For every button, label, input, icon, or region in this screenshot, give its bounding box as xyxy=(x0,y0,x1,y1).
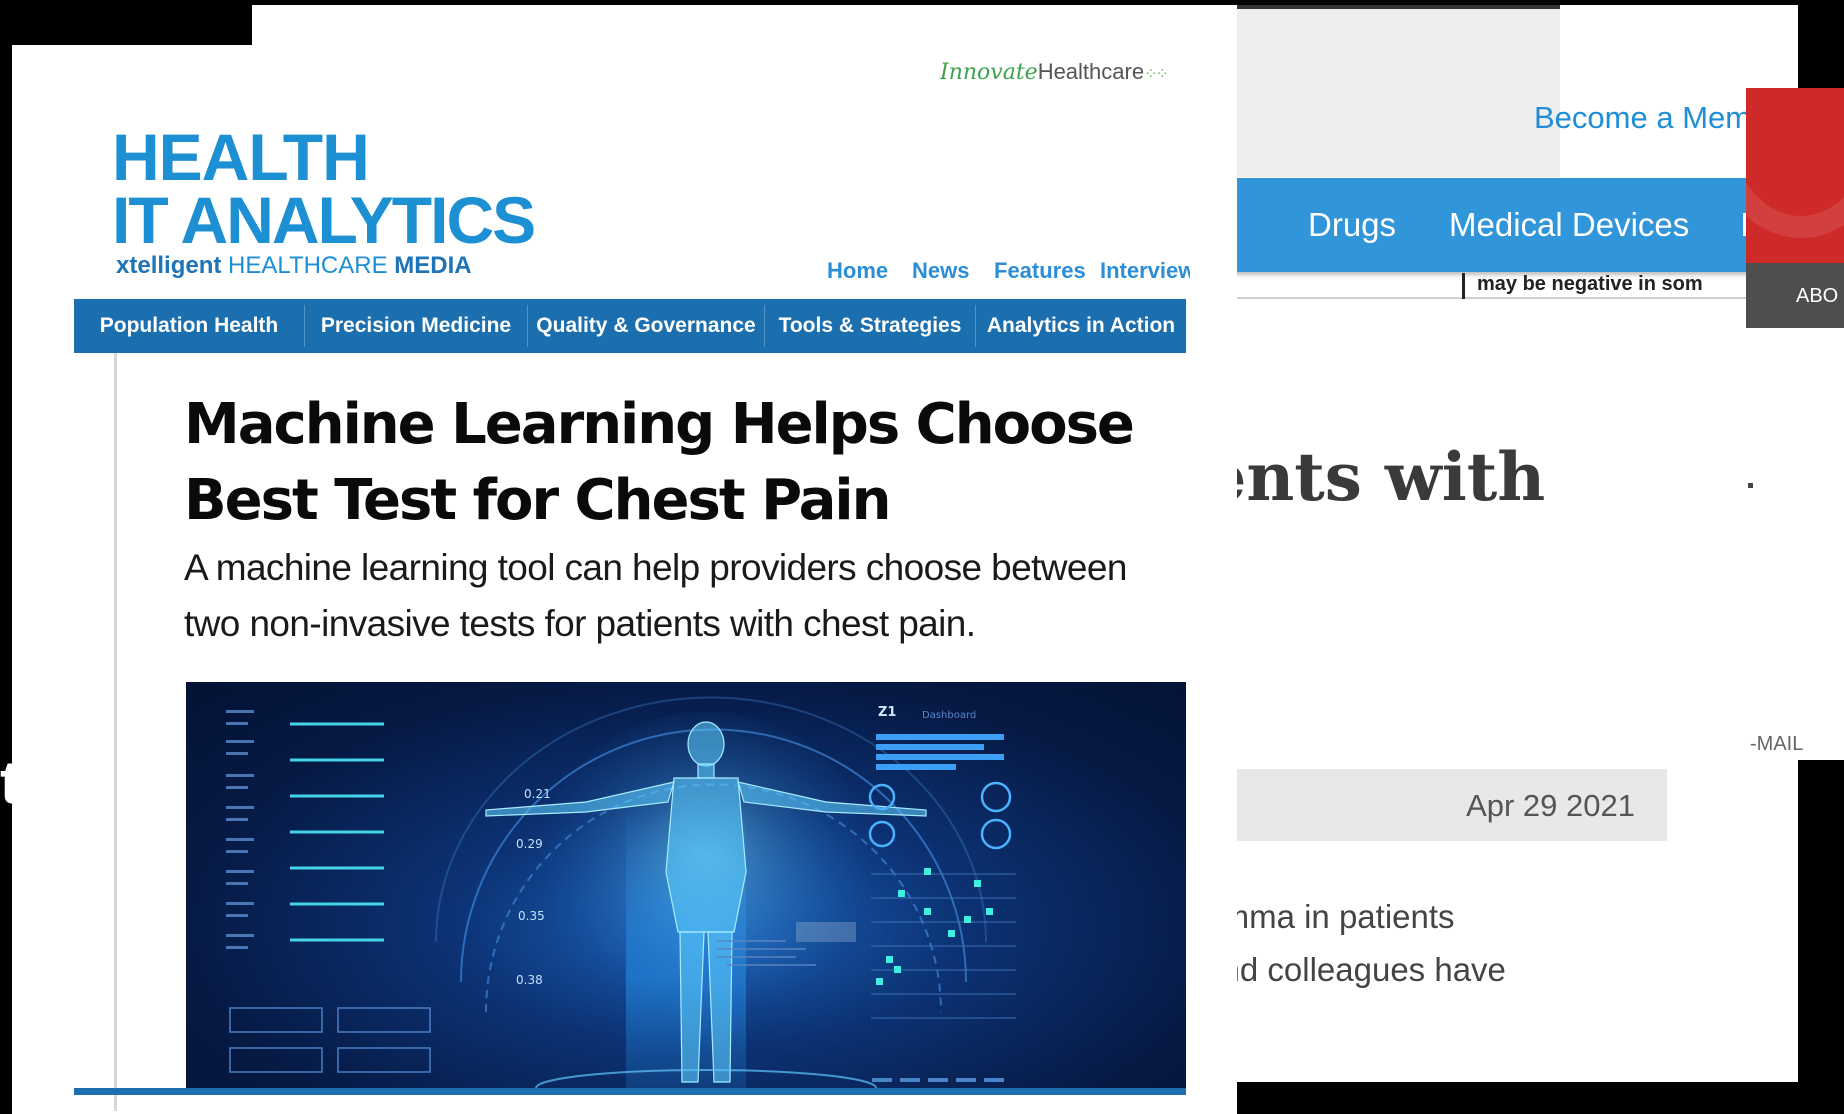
dashboard-code: Z1 xyxy=(878,705,896,720)
email-link[interactable]: -MAIL xyxy=(1750,733,1803,756)
hero-label-035: 0.35 xyxy=(518,909,545,923)
content-left-rule xyxy=(114,353,117,1111)
hero-label-038: 0.38 xyxy=(516,973,543,987)
ticker-snippet[interactable]: may be negative in som xyxy=(1462,273,1703,299)
innovate-healthcare-logo[interactable]: InnovateHealthcare⁘⁘ xyxy=(940,59,1169,85)
main-article-page: InnovateHealthcare⁘⁘ HEALTH IT ANALYTICS… xyxy=(12,45,1237,1114)
top-link-interviews[interactable]: Interviews xyxy=(1100,258,1190,284)
top-link-home[interactable]: Home xyxy=(827,258,888,284)
dashboard-dials xyxy=(868,781,1012,850)
bottom-left-boxes xyxy=(229,1007,431,1073)
far-right-page-strip: ABO -MAIL xyxy=(1746,88,1844,760)
logo-health-text: HEALTH xyxy=(112,120,370,194)
article-title: Machine Learning Helps Choose Best Test … xyxy=(184,392,1135,533)
publish-date: Apr 29 2021 xyxy=(1466,788,1635,823)
hero-label-029: 0.29 xyxy=(516,837,543,851)
hero-bottom-rule xyxy=(74,1088,1186,1095)
hero-illustration: 0.21 0.29 0.35 0.38 Z1 Dashboard xyxy=(226,696,1016,1088)
left-progress-bars xyxy=(290,722,384,942)
nav-item-medical-devices[interactable]: Medical Devices xyxy=(1449,206,1689,244)
hero-image: 0.21 0.29 0.35 0.38 Z1 Dashboard xyxy=(186,682,1186,1088)
nav-item-drugs[interactable]: Drugs xyxy=(1308,206,1396,244)
dots-icon: ⁘⁘ xyxy=(1144,66,1169,83)
dashboard-grid xyxy=(871,873,1016,1019)
article-subtitle: A machine learning tool can help provide… xyxy=(184,547,1127,644)
left-test-list xyxy=(226,710,254,949)
nav-item-quality-governance[interactable]: Quality & Governance xyxy=(528,299,764,353)
dashboard-label: Dashboard xyxy=(922,710,976,721)
logo-itanalytics-text: IT ANALYTICS xyxy=(112,183,536,257)
dashboard-grid-points xyxy=(876,868,993,985)
primary-nav-bar: Population Health Precision Medicine Qua… xyxy=(74,299,1186,353)
about-link[interactable]: ABO xyxy=(1796,285,1838,308)
publisher-tagline: xtelligent HEALTHCARE MEDIA xyxy=(116,252,472,279)
nav-item-population-health[interactable]: Population Health xyxy=(74,299,304,353)
become-member-link[interactable]: Become a Mem xyxy=(1534,100,1751,136)
top-link-features[interactable]: Features xyxy=(994,258,1086,284)
dot-mark xyxy=(1748,483,1753,488)
bottom-right-bars xyxy=(872,1078,1004,1082)
about-bar: ABO xyxy=(1746,263,1844,328)
scan-block xyxy=(796,922,856,942)
dashboard-bars xyxy=(876,734,1004,770)
nav-item-analytics-in-action[interactable]: Analytics in Action xyxy=(976,299,1186,353)
red-banner xyxy=(1746,88,1844,263)
nav-item-precision-medicine[interactable]: Precision Medicine xyxy=(305,299,527,353)
hero-label-021: 0.21 xyxy=(524,787,551,801)
banner-arc-decoration xyxy=(1746,88,1844,238)
top-link-news[interactable]: News xyxy=(912,258,969,284)
nav-item-tools-strategies[interactable]: Tools & Strategies xyxy=(765,299,975,353)
